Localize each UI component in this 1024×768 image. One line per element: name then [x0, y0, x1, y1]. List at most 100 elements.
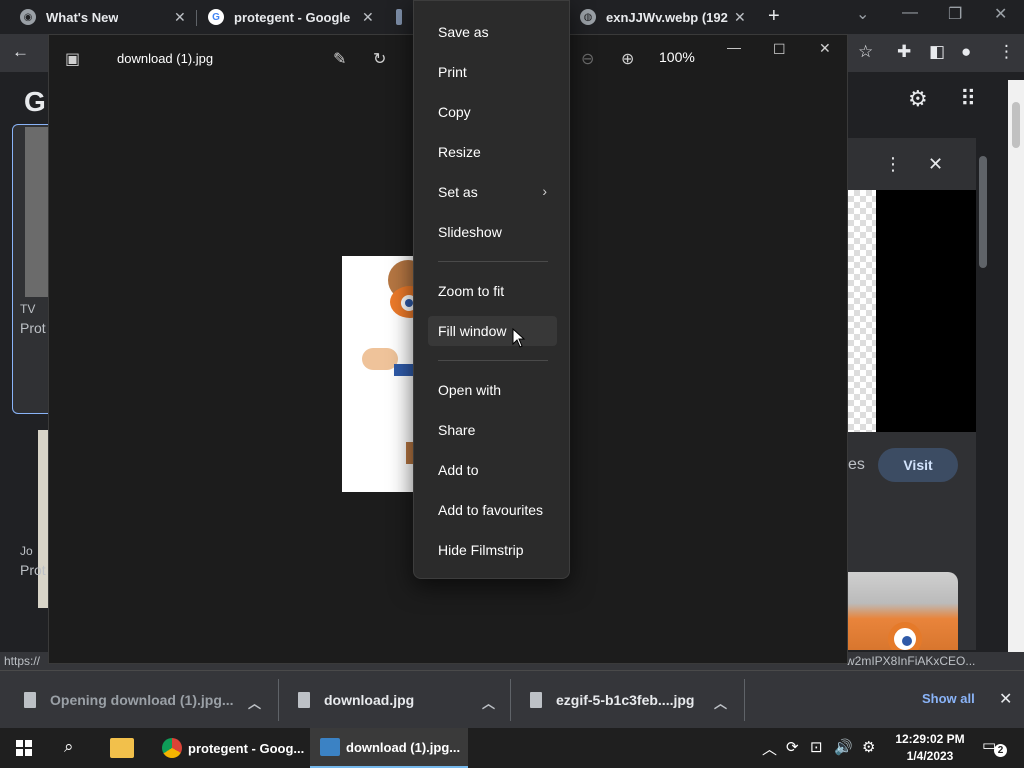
character-eye [888, 622, 922, 650]
file-explorer-icon[interactable] [110, 738, 134, 758]
taskbar-app-chrome[interactable]: protegent - Goog... [156, 728, 306, 768]
notification-center-icon[interactable]: ▭ 2 [982, 736, 1007, 758]
tab-exnjjwv-webp[interactable]: ◍ exnJJWv.webp (192 ✕ [580, 0, 750, 34]
page-scrollbar[interactable] [1008, 80, 1024, 660]
minimize-icon[interactable]: — [902, 4, 918, 22]
menu-item-add-to-favourites[interactable]: Add to favourites [428, 495, 557, 525]
related-image-thumbnail[interactable] [848, 572, 958, 650]
bookmark-star-icon[interactable]: ☆ [858, 42, 873, 62]
menu-item-print[interactable]: Print [428, 57, 557, 87]
minimize-icon[interactable]: — [727, 39, 741, 55]
menu-item-fill-window[interactable]: Fill window [428, 316, 557, 346]
tab-image[interactable] [396, 0, 412, 34]
close-window-icon[interactable]: ✕ [819, 40, 831, 57]
menu-item-save-as[interactable]: Save as [428, 17, 557, 47]
chevron-up-icon[interactable]: ︿ [762, 738, 777, 759]
result-thumbnail[interactable] [38, 430, 48, 608]
close-icon[interactable]: ✕ [734, 9, 746, 26]
show-all-button[interactable]: Show all [922, 691, 975, 706]
close-icon[interactable]: ✕ [362, 9, 374, 26]
result-title: Prot [20, 320, 46, 336]
volume-icon[interactable]: 🔊 [834, 738, 853, 756]
more-options-icon[interactable]: ⋮ [884, 154, 902, 175]
preview-title-fragment: es [848, 456, 865, 473]
result-source-badge: Jo [20, 544, 33, 558]
restore-icon[interactable]: ❐ [948, 4, 962, 24]
image-file-name: download (1).jpg [117, 51, 214, 66]
menu-item-open-with[interactable]: Open with [428, 375, 557, 405]
scrollbar-thumb[interactable] [1012, 102, 1020, 148]
menu-item-set-as[interactable]: Set as › [428, 177, 557, 207]
network-icon[interactable]: ⊡ [810, 738, 823, 756]
close-icon[interactable]: ✕ [174, 9, 186, 26]
download-label: Opening download (1).jpg... [50, 692, 234, 708]
menu-item-slideshow[interactable]: Slideshow [428, 217, 557, 247]
tab-protegent-google[interactable]: G protegent - Google S ✕ [208, 0, 378, 34]
download-divider [510, 679, 511, 721]
new-tab-button[interactable]: + [768, 5, 780, 28]
menu-item-add-to[interactable]: Add to [428, 455, 557, 485]
sync-icon[interactable]: ⟳ [786, 738, 799, 756]
scrollbar-thumb[interactable] [979, 156, 987, 268]
image-context-menu: Save as Print Copy Resize Set as › Slide… [413, 0, 570, 579]
menu-item-resize[interactable]: Resize [428, 137, 557, 167]
profile-avatar-icon[interactable]: ● [961, 42, 971, 62]
edit-image-icon[interactable]: ✎ [333, 49, 346, 69]
chrome-icon [162, 738, 182, 758]
back-arrow-icon[interactable]: ← [12, 42, 29, 62]
zoom-level: 100% [659, 49, 695, 65]
menu-item-share[interactable]: Share [428, 415, 557, 445]
result-source-badge: TV [20, 302, 36, 316]
tab-divider [196, 10, 197, 26]
gallery-icon[interactable]: ▣ [65, 49, 80, 69]
file-icon [530, 692, 542, 708]
chevron-right-icon: › [542, 183, 547, 199]
download-label: ezgif-5-b1c3feb....jpg [556, 692, 695, 708]
close-icon[interactable]: ✕ [999, 689, 1012, 709]
more-menu-icon[interactable]: ⋮ [998, 42, 1015, 62]
result-title: Prot [20, 562, 46, 578]
google-icon: G [208, 9, 224, 25]
panel-scrollbar[interactable] [976, 138, 990, 650]
download-divider [744, 679, 745, 721]
file-icon [24, 692, 36, 708]
image-result-card[interactable] [12, 124, 50, 414]
google-logo[interactable]: G [24, 86, 46, 118]
taskbar-app-label: download (1).jpg... [346, 739, 461, 755]
chevron-up-icon[interactable]: ︿ [248, 693, 261, 712]
visit-button[interactable]: Visit [878, 448, 958, 482]
windows-start-icon[interactable] [16, 740, 32, 756]
chevron-up-icon[interactable]: ︿ [482, 693, 495, 712]
settings-gear-icon[interactable]: ⚙ [862, 738, 875, 756]
tab-whats-new[interactable]: ◉ What's New ✕ [20, 0, 190, 34]
menu-item-copy[interactable]: Copy [428, 97, 557, 127]
menu-item-zoom-to-fit[interactable]: Zoom to fit [428, 276, 557, 306]
clock-date: 1/4/2023 [906, 749, 954, 763]
extensions-puzzle-icon[interactable]: ✚ [897, 42, 911, 62]
status-url-start: https:// [4, 654, 41, 668]
chevron-up-icon[interactable]: ︿ [714, 693, 727, 712]
character-eye [398, 292, 414, 314]
rotate-icon[interactable]: ↻ [373, 49, 386, 69]
menu-item-hide-filmstrip[interactable]: Hide Filmstrip [428, 535, 557, 565]
chrome-icon: ◉ [20, 9, 36, 25]
download-item[interactable]: download.jpg ︿ [298, 671, 498, 729]
download-item[interactable]: Opening download (1).jpg... ︿ [24, 671, 264, 729]
mouse-cursor-icon [512, 328, 526, 348]
zoom-out-icon[interactable]: ⊖ [581, 49, 594, 69]
close-window-icon[interactable]: ✕ [994, 4, 1007, 24]
zoom-in-icon[interactable]: ⊕ [621, 49, 634, 69]
search-icon[interactable]: ⌕ [64, 737, 74, 757]
downloads-bar: Opening download (1).jpg... ︿ download.j… [0, 670, 1024, 728]
apps-grid-icon[interactable]: ⠿ [960, 86, 976, 112]
maximize-icon[interactable]: ☐ [773, 41, 786, 58]
side-panel-icon[interactable]: ◧ [929, 42, 945, 62]
system-clock[interactable]: 12:29:02 PM 1/4/2023 [892, 731, 968, 765]
close-icon[interactable]: ✕ [928, 154, 943, 175]
tab-search-icon[interactable]: ⌄ [856, 4, 869, 24]
preview-image [876, 190, 976, 432]
settings-gear-icon[interactable]: ⚙ [908, 86, 928, 112]
notification-count-badge: 2 [994, 744, 1007, 757]
download-item[interactable]: ezgif-5-b1c3feb....jpg ︿ [530, 671, 730, 729]
taskbar-app-photos[interactable]: download (1).jpg... [310, 728, 468, 768]
